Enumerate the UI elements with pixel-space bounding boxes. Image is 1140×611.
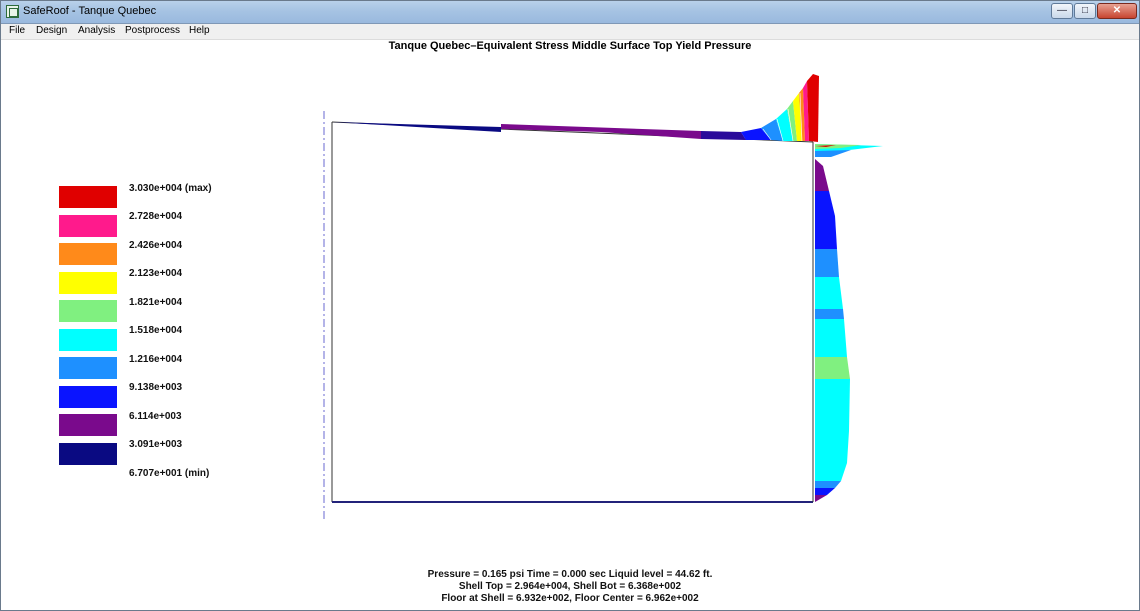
shell-stress-bands [815,159,850,502]
tank-stress-model [323,74,883,519]
summary-shell-line: Shell Top = 2.964e+004, Shell Bot = 6.36… [458,581,682,592]
results-summary: Pressure = 0.165 psi Time = 0.000 sec Li… [1,569,1139,605]
junction-stress-spike [815,144,883,157]
summary-pressure-line: Pressure = 0.165 psi Time = 0.000 sec Li… [427,569,713,580]
tank-outline [331,121,814,503]
app-window: SafeRoof - Tanque Quebec — □ ✕ File Desi… [0,0,1140,611]
summary-floor-line: Floor at Shell = 6.932e+002, Floor Cente… [441,593,699,604]
